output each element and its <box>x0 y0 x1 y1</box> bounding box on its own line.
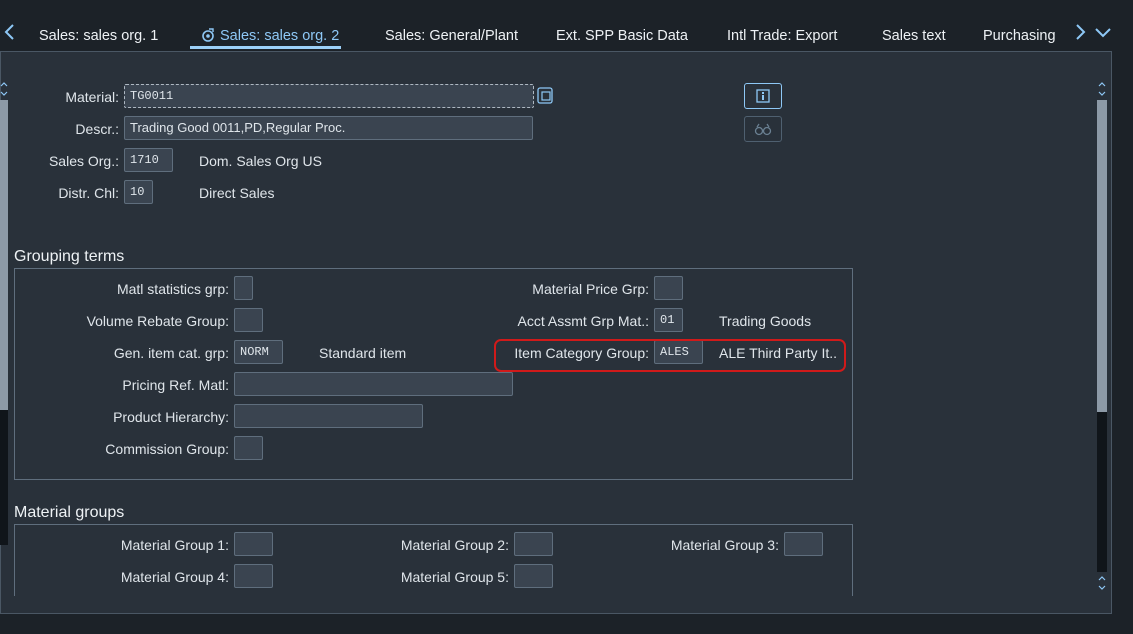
descr-label: Descr.: <box>75 121 119 137</box>
product-hierarchy-label: Product Hierarchy: <box>113 409 229 425</box>
sales-org-field[interactable]: 1710 <box>124 148 173 172</box>
material-group-5-field[interactable] <box>514 564 553 588</box>
material-group-5-label: Material Group 5: <box>400 569 509 585</box>
left-scroll-track <box>0 410 8 545</box>
gen-item-cat-grp-text: Standard item <box>319 345 407 361</box>
distr-chl-text: Direct Sales <box>199 185 275 201</box>
tab-sales-org-1[interactable]: Sales: sales org. 1 <box>39 27 158 45</box>
chevron-left-icon[interactable] <box>0 22 20 48</box>
volume-rebate-group-field[interactable] <box>234 308 263 332</box>
acct-assmt-grp-mat-field[interactable]: 01 <box>654 308 683 332</box>
display-button[interactable] <box>744 116 782 142</box>
left-scroll-strip <box>0 100 8 410</box>
acct-assmt-grp-mat-text: Trading Goods <box>719 313 812 329</box>
matl-statistics-grp-label: Matl statistics grp: <box>116 281 229 297</box>
scroll-down-icon[interactable] <box>1096 574 1108 595</box>
glasses-icon <box>754 121 772 137</box>
grouping-terms-title: Grouping terms <box>14 248 125 265</box>
copy-icon[interactable] <box>534 84 554 108</box>
material-price-grp-label: Material Price Grp: <box>532 281 649 297</box>
gen-item-cat-grp-field[interactable]: NORM <box>234 340 283 364</box>
active-tab-indicator <box>190 46 341 49</box>
vertical-scrollbar-track[interactable] <box>1097 412 1107 572</box>
item-category-group-highlight <box>494 339 846 372</box>
matl-statistics-grp-field[interactable] <box>234 276 253 300</box>
settings-wheel-icon <box>200 27 216 48</box>
volume-rebate-group-label: Volume Rebate Group: <box>86 313 229 329</box>
tab-sales-org-2[interactable]: Sales: sales org. 2 <box>200 27 339 45</box>
tab-sales-general-plant[interactable]: Sales: General/Plant <box>385 27 518 45</box>
tab-ext-spp-basic-data[interactable]: Ext. SPP Basic Data <box>556 27 688 45</box>
material-price-grp-field[interactable] <box>654 276 683 300</box>
material-group-4-label: Material Group 4: <box>120 569 229 585</box>
material-group-1-field[interactable] <box>234 532 273 556</box>
tab-sales-text[interactable]: Sales text <box>882 27 946 45</box>
material-group-1-label: Material Group 1: <box>120 537 229 553</box>
distr-chl-label: Distr. Chl: <box>58 185 119 201</box>
left-scroll-up-icon[interactable] <box>0 80 8 101</box>
scroll-up-icon[interactable] <box>1096 80 1108 101</box>
pricing-ref-matl-field[interactable] <box>234 372 513 396</box>
material-groups-title: Material groups <box>14 504 125 521</box>
material-group-2-label: Material Group 2: <box>400 537 509 553</box>
sales-org-text: Dom. Sales Org US <box>199 153 322 169</box>
material-group-4-field[interactable] <box>234 564 273 588</box>
gen-item-cat-grp-label: Gen. item cat. grp: <box>113 345 229 361</box>
material-group-3-field[interactable] <box>784 532 823 556</box>
info-icon <box>755 88 771 104</box>
material-field[interactable]: TG0011 <box>124 84 534 108</box>
commission-group-label: Commission Group: <box>105 441 229 457</box>
tab-bar: Sales: sales org. 1 Sales: sales org. 2 … <box>0 0 1133 52</box>
chevron-down-icon[interactable] <box>1093 22 1113 48</box>
tab-purchasing[interactable]: Purchasing <box>983 27 1056 45</box>
tab-intl-trade-export[interactable]: Intl Trade: Export <box>727 27 837 45</box>
commission-group-field[interactable] <box>234 436 263 460</box>
chevron-right-icon[interactable] <box>1070 22 1090 48</box>
acct-assmt-grp-mat-label: Acct Assmt Grp Mat.: <box>517 313 649 329</box>
material-group-3-label: Material Group 3: <box>670 537 779 553</box>
product-hierarchy-field[interactable] <box>234 404 423 428</box>
vertical-scrollbar-thumb[interactable] <box>1097 100 1107 412</box>
material-group-2-field[interactable] <box>514 532 553 556</box>
info-button[interactable] <box>744 83 782 109</box>
sales-org-label: Sales Org.: <box>48 153 119 169</box>
tab-sales-org-2-label: Sales: sales org. 2 <box>220 28 340 44</box>
descr-field[interactable]: Trading Good 0011,PD,Regular Proc. <box>124 116 533 140</box>
pricing-ref-matl-label: Pricing Ref. Matl: <box>122 377 229 393</box>
distr-chl-field[interactable]: 10 <box>124 180 153 204</box>
material-label: Material: <box>65 89 119 105</box>
